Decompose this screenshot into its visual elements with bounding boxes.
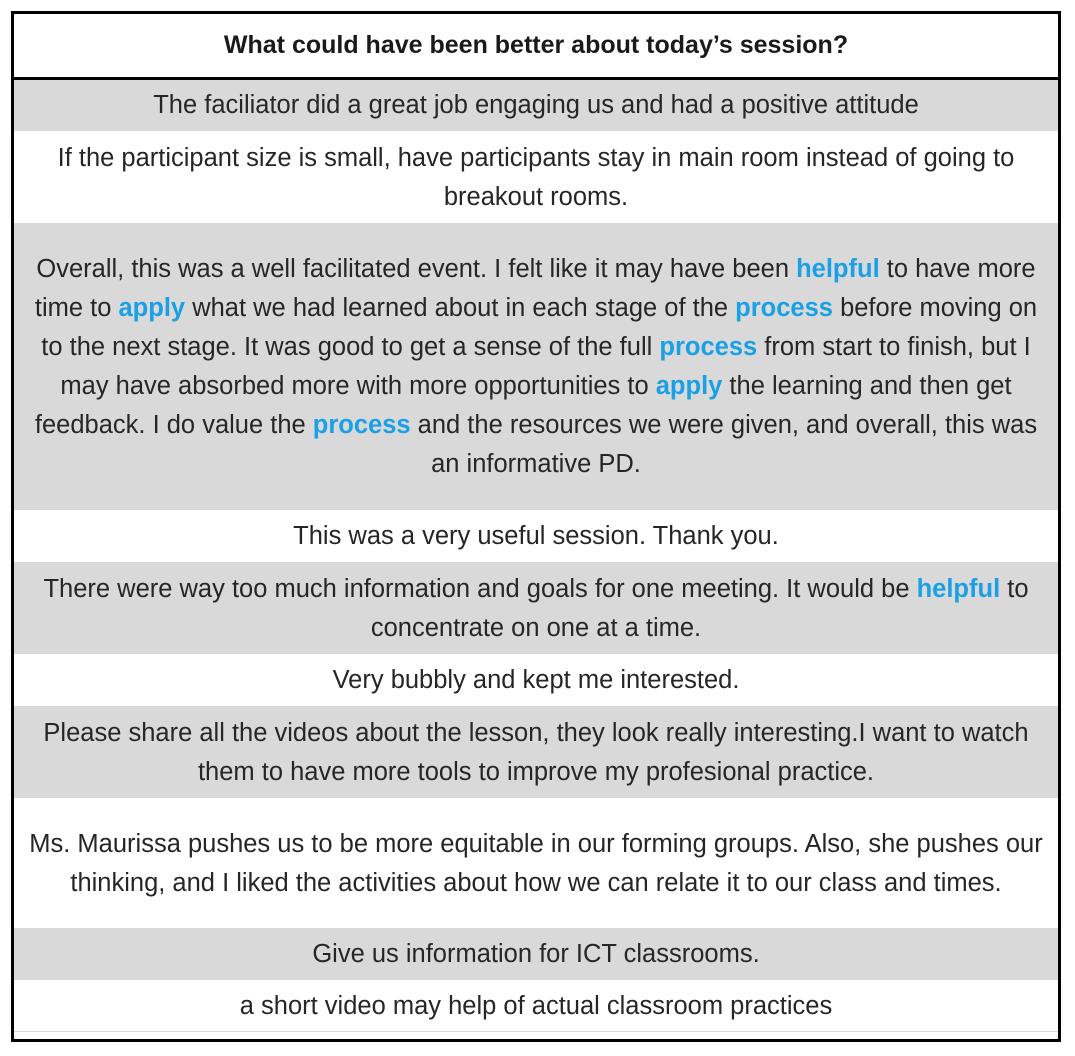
highlighted-keyword: process [659, 333, 758, 361]
comment-text: This was a very useful session. Thank yo… [293, 517, 779, 556]
table-row: If the participant size is small, have p… [14, 132, 1058, 224]
comment-segment: and the resources we were given, and ove… [410, 411, 1038, 478]
table-row: This was a very useful session. Thank yo… [14, 511, 1058, 563]
comment-text: Please share all the videos about the le… [22, 714, 1050, 792]
comment-segment: what we had learned about in each stage … [185, 294, 736, 322]
comment-segment: Ms. Maurissa pushes us to be more equita… [29, 829, 1043, 897]
comment-text: The faciliator did a great job engaging … [153, 86, 919, 125]
highlighted-keyword: process [735, 294, 833, 322]
comment-text: If the participant size is small, have p… [22, 139, 1050, 217]
table-header: What could have been better about today’… [14, 14, 1058, 80]
comment-text: Give us information for ICT classrooms. [312, 935, 759, 974]
table-body: The faciliator did a great job engaging … [14, 80, 1058, 1032]
comment-segment: Give us information for ICT classrooms. [312, 940, 760, 968]
table-row: Ms. Maurissa pushes us to be more equita… [14, 799, 1058, 929]
feedback-table: What could have been better about today’… [11, 11, 1061, 1042]
comment-segment: a short video may help of actual classro… [239, 991, 833, 1020]
comment-segment: Very bubbly and kept me interested. [332, 666, 740, 694]
table-row: Very bubbly and kept me interested. [14, 655, 1058, 707]
table-row: There were way too much information and … [14, 563, 1058, 655]
comment-text: Very bubbly and kept me interested. [333, 661, 740, 700]
comment-text: There were way too much information and … [22, 570, 1050, 648]
comment-text: Ms. Maurissa pushes us to be more equita… [22, 825, 1050, 903]
highlighted-keyword: process [312, 411, 411, 439]
highlighted-keyword: apply [118, 294, 186, 322]
comment-segment: Please share all the videos about the le… [43, 718, 1029, 786]
comment-segment: Overall, this was a well facilitated eve… [36, 255, 797, 283]
comment-segment: The faciliator did a great job engaging … [153, 91, 919, 119]
highlighted-keyword: helpful [796, 255, 880, 283]
table-row: Overall, this was a well facilitated eve… [14, 224, 1058, 511]
comment-segment: This was a very useful session. Thank yo… [293, 522, 779, 550]
table-row: Please share all the videos about the le… [14, 707, 1058, 799]
table-row: The faciliator did a great job engaging … [14, 80, 1058, 132]
comment-text: a short video may help of actual classro… [240, 987, 832, 1026]
table-row: Give us information for ICT classrooms. [14, 929, 1058, 981]
highlighted-keyword: apply [655, 372, 723, 400]
table-row: a short video may help of actual classro… [14, 981, 1058, 1032]
comment-segment: If the participant size is small, have p… [57, 143, 1015, 211]
highlighted-keyword: helpful [916, 574, 1001, 603]
comment-segment: There were way too much information and … [43, 574, 917, 603]
comment-text: Overall, this was a well facilitated eve… [22, 250, 1050, 484]
